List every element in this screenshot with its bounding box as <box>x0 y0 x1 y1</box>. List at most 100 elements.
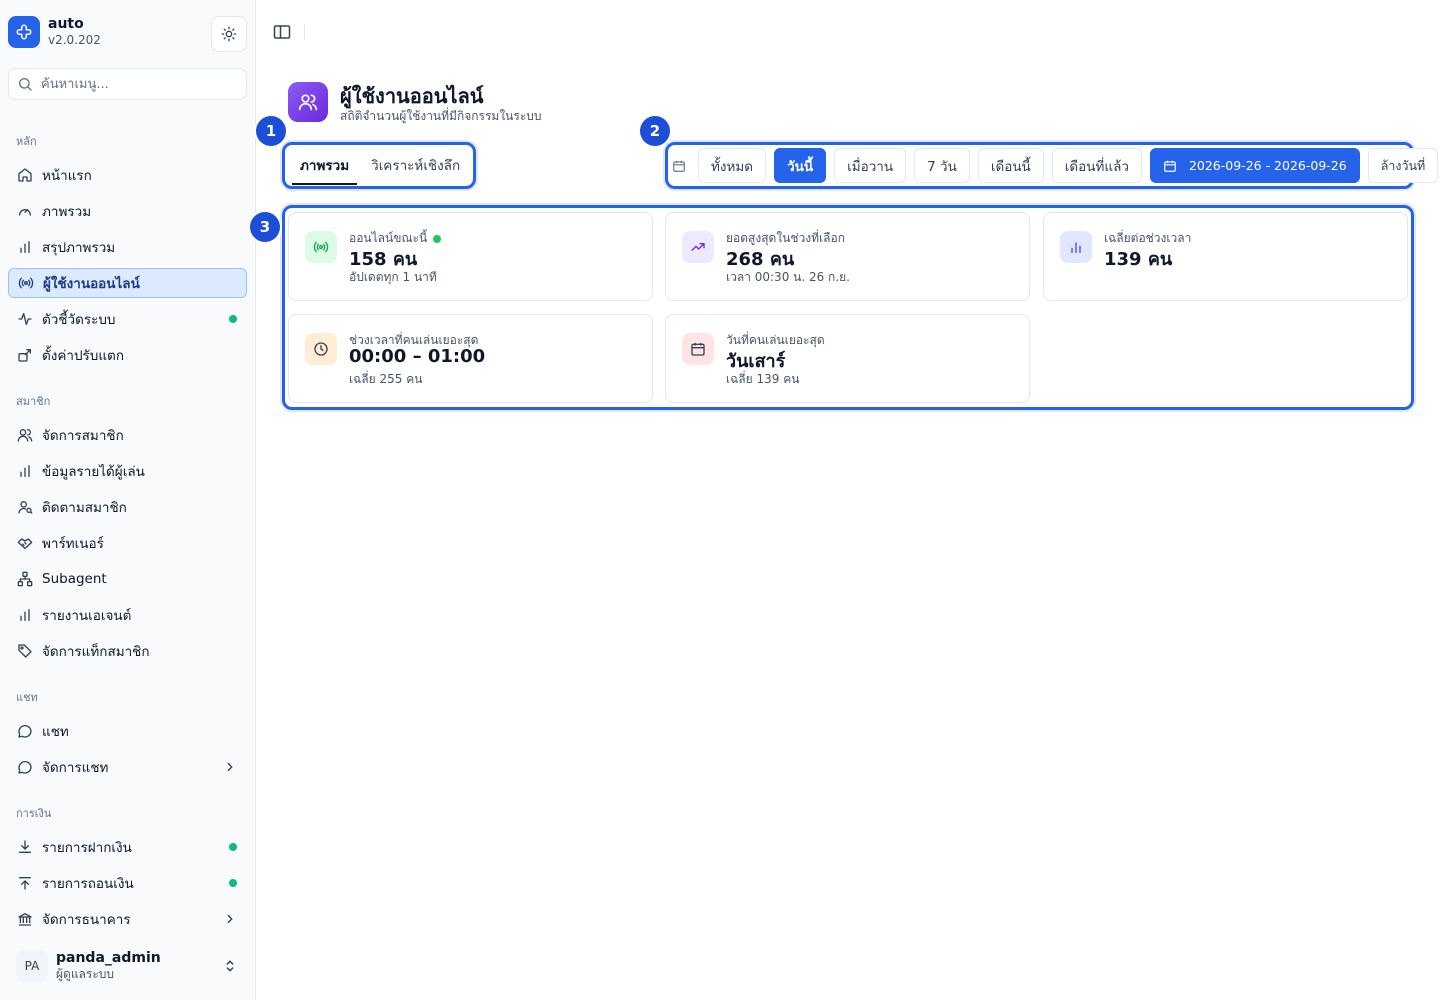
theme-toggle-button[interactable] <box>211 16 247 52</box>
search-input[interactable] <box>41 76 241 92</box>
sidebar-item-members[interactable]: จัดการสมาชิก <box>8 420 247 450</box>
chevron-right-icon <box>223 760 237 774</box>
stat-card-peak: ยอดสูงสุดในช่วงที่เลือก 268 คน เวลา 00:3… <box>665 212 1030 301</box>
nav-group-label: แชท <box>16 691 38 704</box>
tab-deep-analysis[interactable]: วิเคราะห์เชิงลึก <box>363 150 468 180</box>
filter-last-month-button[interactable]: เดือนที่แล้ว <box>1051 148 1142 183</box>
chevron-right-icon <box>223 912 237 926</box>
sidebar-item-partners[interactable]: พาร์ทเนอร์ <box>8 528 247 558</box>
date-range-picker[interactable]: 2026-09-26 - 2026-09-26 <box>1149 148 1360 183</box>
sidebar-item-banks[interactable]: จัดการธนาคาร <box>8 904 247 934</box>
sidebar-item-subagent[interactable]: Subagent <box>8 564 247 594</box>
status-dot <box>229 843 237 851</box>
callout-badge: 3 <box>250 212 280 242</box>
sidebar: auto v2.0.202 หลัก หน้าแรก ภาพรวม สรุปภา… <box>0 0 256 1000</box>
view-tabs: ภาพรวม วิเคราะห์เชิงลึก <box>292 150 468 185</box>
users-icon <box>16 426 34 444</box>
sidebar-item-player-income[interactable]: ข้อมูลรายได้ผู้เล่น <box>8 456 247 486</box>
stat-note: เฉลี่ย 255 คน <box>349 372 423 386</box>
stat-card-online-now: ออนไลน์ขณะนี้ 158 คน อัปเดตทุก 1 นาที <box>288 212 653 301</box>
gauge-icon <box>16 202 34 220</box>
user-search-icon <box>16 498 34 516</box>
chat-icon <box>16 722 34 740</box>
upload-icon <box>16 874 34 892</box>
avatar: PA <box>16 950 48 982</box>
sidebar-item-label: รายการถอนเงิน <box>42 876 134 892</box>
sidebar-item-label: หน้าแรก <box>42 168 92 184</box>
menu-search[interactable] <box>8 68 247 100</box>
sidebar-item-summary[interactable]: สรุปภาพรวม <box>8 232 247 262</box>
date-range-value: 2026-09-26 - 2026-09-26 <box>1188 158 1347 173</box>
sidebar-item-withdrawals[interactable]: รายการถอนเงิน <box>8 868 247 898</box>
settings-icon <box>16 346 34 364</box>
app-name: auto <box>48 16 84 32</box>
app-version: v2.0.202 <box>48 33 101 47</box>
user-role: ผู้ดูแลระบบ <box>56 967 115 981</box>
sidebar-item-label: พาร์ทเนอร์ <box>42 536 104 552</box>
sidebar-item-member-tags[interactable]: จัดการแท็กสมาชิก <box>8 636 247 666</box>
filter-yesterday-button[interactable]: เมื่อวาน <box>834 148 907 183</box>
filter-all-button[interactable]: ทั้งหมด <box>698 148 767 183</box>
filter-this-month-button[interactable]: เดือนนี้ <box>977 148 1044 183</box>
sidebar-item-home[interactable]: หน้าแรก <box>8 160 247 190</box>
tab-overview[interactable]: ภาพรวม <box>292 150 358 185</box>
sidebar-item-label: ผู้ใช้งานออนไลน์ <box>43 276 140 292</box>
bar-chart-icon <box>1060 231 1092 263</box>
bar-chart-icon <box>16 238 34 256</box>
sidebar-item-label: จัดการแท็กสมาชิก <box>42 644 150 660</box>
filter-7days-button[interactable]: 7 วัน <box>914 148 970 183</box>
user-menu[interactable]: PA panda_admin ผู้ดูแลระบบ <box>16 950 161 982</box>
filter-today-button[interactable]: วันนี้ <box>774 148 827 183</box>
live-indicator <box>433 234 442 243</box>
nav-group-label: หลัก <box>16 135 37 148</box>
stat-card-busiest-day: วันที่คนเล่นเยอะสุด วันเสาร์ เฉลี่ย 139 … <box>665 314 1030 403</box>
sidebar-item-label: แชท <box>42 724 69 740</box>
chevrons-up-down-icon[interactable] <box>222 958 238 978</box>
sidebar-item-deposits[interactable]: รายการฝากเงิน <box>8 832 247 862</box>
download-icon <box>16 838 34 856</box>
stat-note: เวลา 00:30 น. 26 ก.ย. <box>726 270 850 284</box>
chat-icon <box>16 758 34 776</box>
stat-note: เฉลี่ย 139 คน <box>726 372 800 386</box>
brand[interactable]: auto v2.0.202 <box>8 16 101 48</box>
sidebar-item-label: ภาพรวม <box>42 204 92 220</box>
sidebar-item-label: รายการฝากเงิน <box>42 840 132 856</box>
stat-note: อัปเดตทุก 1 นาที <box>349 270 437 284</box>
sidebar-toggle-button[interactable] <box>272 23 292 41</box>
sidebar-item-online-users[interactable]: ผู้ใช้งานออนไลน์ <box>8 268 247 298</box>
nav-group-label: การเงิน <box>16 807 52 820</box>
page-subtitle: สถิติจำนวนผู้ใช้งานที่มีกิจกรรมในระบบ <box>340 109 542 123</box>
status-dot <box>229 879 237 887</box>
panel-left-icon <box>273 25 291 39</box>
sidebar-item-label: ติดตามสมาชิก <box>42 500 127 516</box>
bar-chart-icon <box>16 606 34 624</box>
search-icon <box>19 78 32 91</box>
calendar-icon <box>1163 159 1177 173</box>
date-filter-bar: ทั้งหมด วันนี้ เมื่อวาน 7 วัน เดือนนี้ เ… <box>672 148 1439 183</box>
stat-value: 00:00 – 01:00 <box>349 346 486 367</box>
nav-group-label: สมาชิก <box>16 395 51 408</box>
sidebar-item-overview[interactable]: ภาพรวม <box>8 196 247 226</box>
sidebar-item-label: Subagent <box>42 571 107 587</box>
network-icon <box>16 570 34 588</box>
sidebar-item-label: สรุปภาพรวม <box>42 240 116 256</box>
sidebar-item-chat[interactable]: แชท <box>8 716 247 746</box>
stat-card-average: เฉลี่ยต่อช่วงเวลา 139 คน <box>1043 212 1408 301</box>
home-icon <box>16 166 34 184</box>
calendar-icon <box>682 333 714 365</box>
users-icon <box>288 82 328 122</box>
clear-date-button[interactable]: ล้างวันที่ <box>1367 148 1439 183</box>
sidebar-item-agent-report[interactable]: รายงานเอเจนต์ <box>8 600 247 630</box>
sidebar-item-system-metrics[interactable]: ตัวชี้วัดระบบ <box>8 304 247 334</box>
sidebar-item-chat-manage[interactable]: จัดการแชท <box>8 752 247 782</box>
trending-up-icon <box>682 231 714 263</box>
sidebar-item-label: ตัวชี้วัดระบบ <box>42 312 116 328</box>
tag-icon <box>16 642 34 660</box>
calendar-icon <box>672 159 686 173</box>
sidebar-item-member-tracking[interactable]: ติดตามสมาชิก <box>8 492 247 522</box>
sidebar-item-settings[interactable]: ตั้งค่าปรับแตก <box>8 340 247 370</box>
bank-icon <box>16 910 34 928</box>
clock-icon <box>305 333 337 365</box>
activity-icon <box>16 310 34 328</box>
stat-card-busiest-hour: ช่วงเวลาที่คนเล่นเยอะสุด 00:00 – 01:00 เ… <box>288 314 653 403</box>
